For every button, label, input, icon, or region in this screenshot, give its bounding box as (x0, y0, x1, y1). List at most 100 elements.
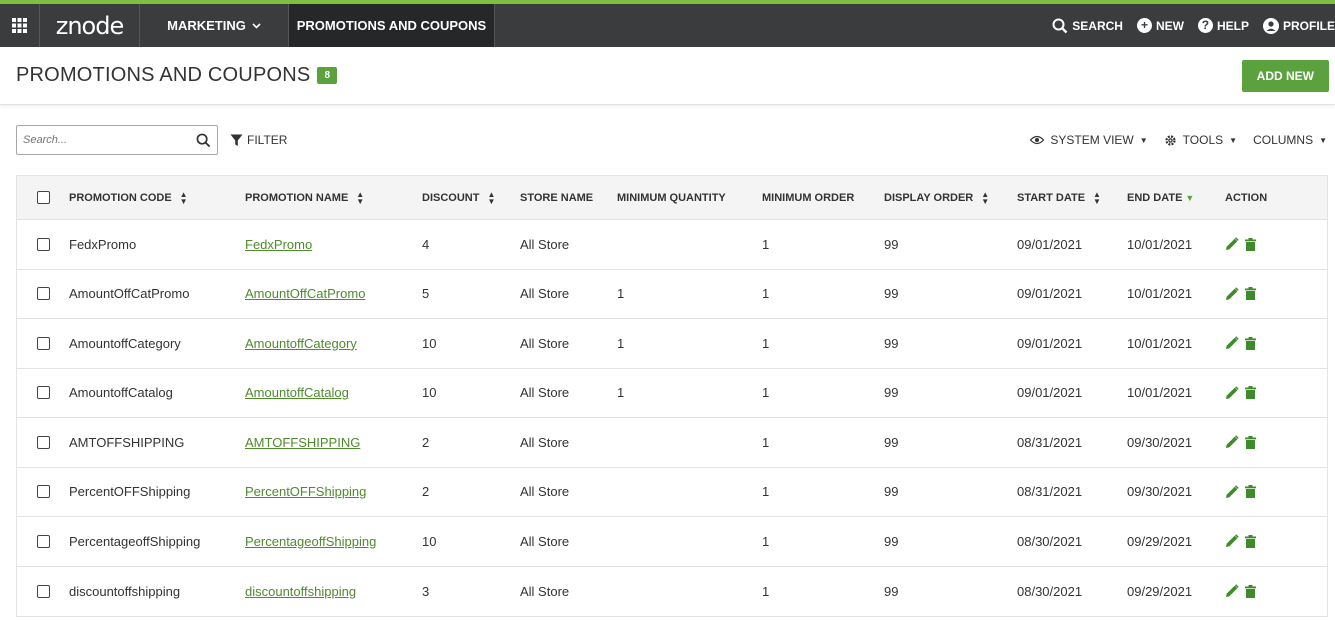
add-new-button[interactable]: ADD NEW (1241, 59, 1329, 92)
table-row: discountoffshipping discountoffshipping 3 A… (17, 567, 1327, 617)
system-view-dropdown[interactable]: SYSTEM VIEW ▼ (1030, 133, 1148, 147)
cell-end-date: 09/29/2021 (1127, 533, 1193, 549)
cell-start-date: 08/30/2021 (1017, 583, 1083, 599)
caret-down-icon: ▼ (1319, 135, 1327, 145)
row-checkbox[interactable] (36, 386, 50, 400)
column-header-discount[interactable]: DISCOUNT ▲ ▼ (422, 190, 520, 205)
row-checkbox[interactable] (36, 237, 50, 251)
nav-profile-button[interactable]: PROFILE (1262, 17, 1335, 34)
row-checkbox[interactable] (36, 287, 50, 301)
cell-promotion-code: AmountoffCategory (69, 335, 181, 351)
cell-actions (1225, 485, 1315, 499)
promotions-table: PROMOTION CODE ▲ ▼ PROMOTION NAME ▲ ▼ DISCOU… (16, 175, 1328, 617)
cell-min-quantity: 1 (617, 385, 625, 401)
promotion-name-link[interactable]: FedxPromo (245, 237, 312, 252)
cell-discount: 10 (422, 335, 437, 351)
cell-display-order: 99 (884, 236, 899, 252)
trash-icon[interactable] (1245, 435, 1256, 449)
cell-start-date: 09/01/2021 (1017, 236, 1083, 252)
column-header-store-label: STORE NAME (520, 191, 594, 204)
nav-new-button[interactable]: + NEW (1136, 18, 1184, 33)
pencil-icon[interactable] (1225, 584, 1239, 598)
cell-display-order: 99 (884, 484, 899, 500)
pencil-icon[interactable] (1225, 386, 1239, 400)
filter-button[interactable]: FILTER (230, 133, 287, 147)
cell-min-order: 1 (762, 533, 770, 549)
filter-label: FILTER (247, 133, 288, 147)
sort-icon: ▲ ▼ (1093, 189, 1101, 206)
row-checkbox[interactable] (36, 534, 50, 548)
top-navbar: znode MARKETING PROMOTIONS AND COUPONS S… (0, 4, 1335, 47)
promotion-name-link[interactable]: AmountoffCatalog (245, 385, 349, 400)
select-all-checkbox[interactable] (36, 191, 50, 204)
trash-icon[interactable] (1245, 534, 1256, 548)
nav-help-button[interactable]: ? HELP (1197, 18, 1249, 33)
search-input[interactable] (23, 134, 196, 146)
nav-marketing-menu[interactable]: MARKETING (140, 4, 289, 47)
search-box (16, 125, 218, 155)
trash-icon[interactable] (1245, 287, 1256, 301)
caret-down-icon: ▼ (1139, 135, 1148, 145)
row-checkbox[interactable] (36, 584, 50, 598)
column-header-end-date[interactable]: END DATE ▼ (1127, 192, 1225, 204)
cell-store-name: All Store (520, 286, 570, 302)
trash-icon[interactable] (1245, 336, 1256, 350)
trash-icon[interactable] (1245, 386, 1256, 400)
trash-icon[interactable] (1245, 237, 1256, 251)
cell-store-name: All Store (520, 434, 570, 450)
column-header-code[interactable]: PROMOTION CODE ▲ ▼ (69, 190, 245, 205)
cell-discount: 10 (422, 533, 437, 549)
nav-search-button[interactable]: SEARCH (1052, 18, 1123, 34)
row-checkbox-cell (17, 386, 69, 400)
apps-grid-icon (12, 18, 27, 33)
column-header-display-order[interactable]: DISPLAY ORDER ▲ ▼ (884, 190, 1017, 205)
cell-min-order: 1 (762, 583, 770, 599)
column-header-start-date[interactable]: START DATE ▲ ▼ (1017, 189, 1127, 206)
row-checkbox[interactable] (36, 485, 50, 499)
pencil-icon[interactable] (1225, 336, 1239, 350)
columns-dropdown[interactable]: COLUMNS ▼ (1253, 133, 1327, 147)
cell-actions (1225, 237, 1315, 251)
column-header-code-label: PROMOTION CODE (69, 191, 172, 204)
table-row: AmountoffCatalog AmountoffCatalog 10 All St… (17, 369, 1327, 418)
cell-min-quantity: 1 (617, 286, 625, 302)
cell-min-order: 1 (762, 335, 770, 351)
apps-grid-button[interactable] (0, 4, 40, 47)
pencil-icon[interactable] (1225, 287, 1239, 301)
column-header-name[interactable]: PROMOTION NAME ▲ ▼ (245, 190, 422, 205)
row-checkbox[interactable] (36, 336, 50, 350)
promotion-name-link[interactable]: AmountoffCategory (245, 336, 357, 351)
column-header-min-qty: MINIMUM QUANTITY (617, 192, 762, 204)
cell-end-date: 09/29/2021 (1127, 583, 1193, 599)
pencil-icon[interactable] (1225, 534, 1239, 548)
promotion-name-link[interactable]: PercentageoffShipping (245, 534, 376, 549)
chevron-down-icon (252, 22, 261, 29)
cell-min-order: 1 (762, 286, 770, 302)
tools-dropdown[interactable]: TOOLS ▼ (1164, 133, 1237, 147)
nav-new-label: NEW (1155, 18, 1184, 33)
search-icon[interactable] (196, 133, 211, 148)
column-header-min-order: MINIMUM ORDER (762, 192, 884, 204)
help-circle-icon: ? (1197, 18, 1213, 33)
trash-icon[interactable] (1245, 485, 1256, 499)
promotion-name-link[interactable]: discountoffshipping (245, 584, 356, 599)
znode-logo[interactable]: znode (40, 4, 140, 47)
promotion-name-link[interactable]: PercentOFFShipping (245, 484, 366, 499)
pencil-icon[interactable] (1225, 237, 1239, 251)
promotion-name-link[interactable]: AmountOffCatPromo (245, 286, 365, 301)
cell-start-date: 09/01/2021 (1017, 286, 1083, 302)
cell-min-order: 1 (762, 236, 770, 252)
cell-actions (1225, 584, 1315, 598)
pencil-icon[interactable] (1225, 485, 1239, 499)
cell-actions (1225, 386, 1315, 400)
promotion-name-link[interactable]: AMTOFFSHIPPING (245, 435, 360, 450)
grid-toolbar: FILTER SYSTEM VIEW ▼ TOOLS ▼ COLUMNS ▼ (0, 105, 1335, 175)
row-checkbox[interactable] (36, 435, 50, 449)
gear-icon (1165, 134, 1176, 146)
pencil-icon[interactable] (1225, 435, 1239, 449)
nav-tab-promotions[interactable]: PROMOTIONS AND COUPONS (289, 4, 495, 47)
cell-promotion-code: AMTOFFSHIPPING (69, 434, 185, 450)
cell-end-date: 10/01/2021 (1127, 236, 1193, 252)
trash-icon[interactable] (1245, 584, 1256, 598)
column-header-display-order-label: DISPLAY ORDER (884, 191, 974, 204)
